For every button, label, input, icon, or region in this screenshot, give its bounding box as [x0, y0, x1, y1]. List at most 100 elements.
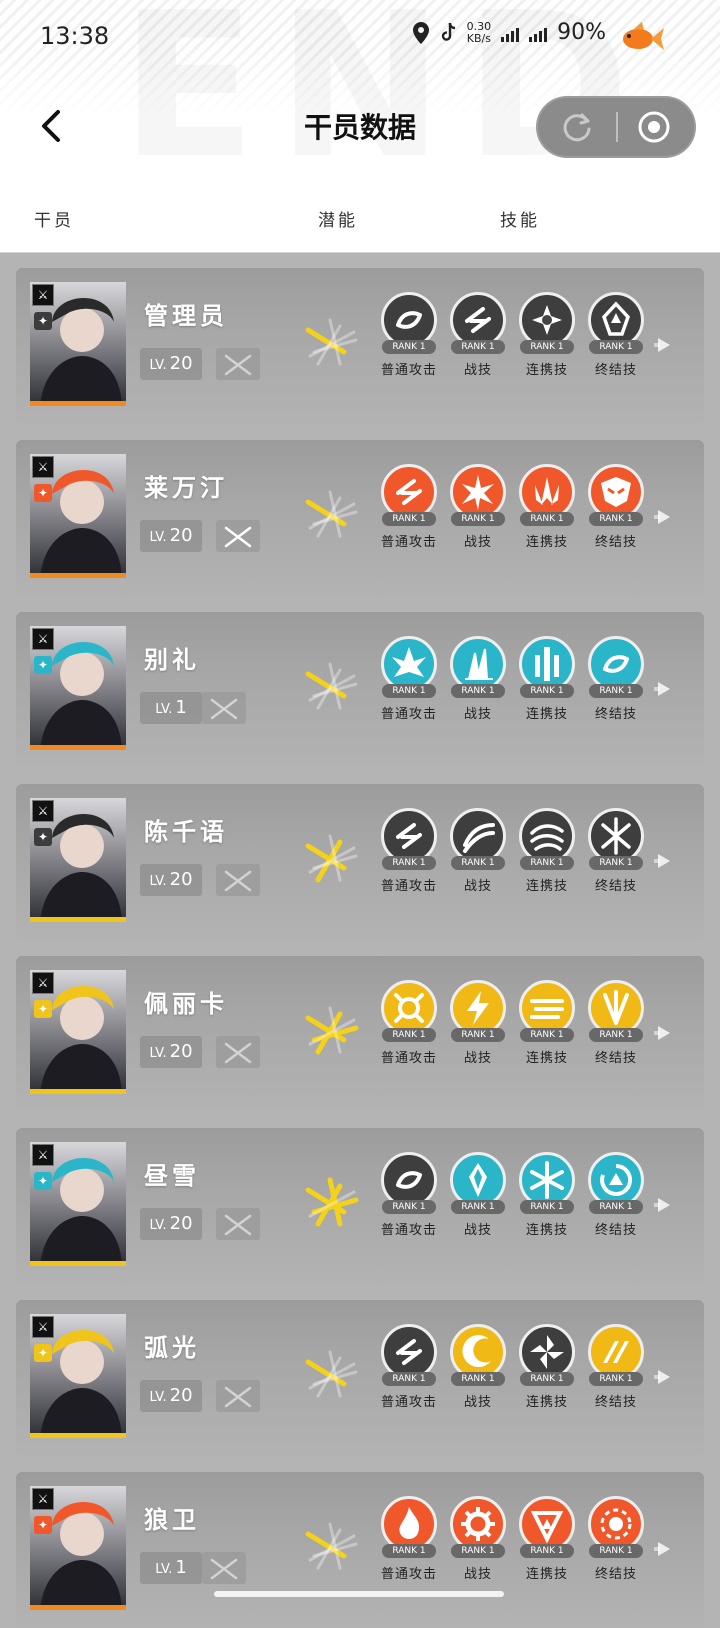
slash-icon — [396, 479, 422, 505]
weapon-slot[interactable] — [202, 692, 246, 724]
skill-rank: RANK 1 — [589, 856, 643, 870]
operator-card[interactable]: ⚔ ✦ 弧光 LV. 20 RANK 1 普通攻击 RANK 1 战技 RANK… — [16, 1300, 704, 1456]
net-speed: 0.30 KB/s — [467, 20, 492, 45]
skill-slot[interactable]: RANK 1 普通攻击 — [376, 636, 442, 722]
skill-rank: RANK 1 — [382, 512, 436, 526]
operator-level: LV. 20 — [140, 1208, 202, 1240]
skill-slot[interactable]: RANK 1 连携技 — [514, 980, 580, 1066]
potential-star-icon[interactable] — [300, 1344, 364, 1408]
expand-arrow-icon[interactable] — [654, 334, 674, 356]
skill-label: 终结技 — [594, 707, 637, 722]
skill-slot[interactable]: RANK 1 连携技 — [514, 1324, 580, 1410]
skill-slot[interactable]: RANK 1 战技 — [445, 292, 511, 378]
skill-slot[interactable]: RANK 1 终结技 — [583, 636, 649, 722]
skill-label: 终结技 — [594, 1395, 637, 1410]
operator-card[interactable]: ⚔ ✦ 狼卫 LV. 1 RANK 1 普通攻击 RANK 1 战技 RANK … — [16, 1472, 704, 1628]
element-icon: ✦ — [34, 828, 52, 846]
rarity-bar — [30, 573, 126, 578]
column-skills: 技能 — [500, 211, 540, 231]
skill-slot[interactable]: RANK 1 普通攻击 — [376, 292, 442, 378]
skill-slot[interactable]: RANK 1 战技 — [445, 808, 511, 894]
skill-rank: RANK 1 — [520, 1544, 574, 1558]
goldfish-icon — [623, 22, 664, 50]
operator-card[interactable]: ⚔ ✦ 莱万汀 LV. 20 RANK 1 普通攻击 RANK 1 战技 RAN… — [16, 440, 704, 596]
rarity-bar — [30, 1605, 126, 1610]
expand-arrow-icon[interactable] — [654, 1538, 674, 1560]
skill-slot[interactable]: RANK 1 普通攻击 — [376, 980, 442, 1066]
potential-star-icon[interactable] — [300, 484, 364, 548]
class-icon: ⚔ — [32, 628, 54, 650]
operator-card[interactable]: ⚔ ✦ 别礼 LV. 1 RANK 1 普通攻击 RANK 1 战技 RANK … — [16, 612, 704, 768]
skill-rank: RANK 1 — [589, 1372, 643, 1386]
skill-slot[interactable]: RANK 1 战技 — [445, 1152, 511, 1238]
tiktok-icon — [441, 22, 455, 41]
class-icon: ⚔ — [32, 456, 54, 478]
skill-slot[interactable]: RANK 1 连携技 — [514, 1152, 580, 1238]
element-icon: ✦ — [34, 1344, 52, 1362]
skill-slot[interactable]: RANK 1 普通攻击 — [376, 1324, 442, 1410]
potential-star-icon[interactable] — [300, 828, 364, 892]
refresh-icon[interactable] — [560, 110, 594, 144]
weapon-slot[interactable] — [202, 1552, 246, 1584]
skill-slot[interactable]: RANK 1 终结技 — [583, 980, 649, 1066]
skill-label: 连携技 — [525, 707, 568, 722]
skill-slot[interactable]: RANK 1 普通攻击 — [376, 808, 442, 894]
weapon-slot[interactable] — [216, 864, 260, 896]
skill-slot[interactable]: RANK 1 终结技 — [583, 1152, 649, 1238]
potential-star-icon[interactable] — [300, 312, 364, 376]
weapon-slot[interactable] — [216, 520, 260, 552]
skill-rank: RANK 1 — [520, 512, 574, 526]
operator-card[interactable]: ⚔ ✦ 昼雪 LV. 20 RANK 1 普通攻击 RANK 1 战技 RANK… — [16, 1128, 704, 1284]
skill-slot[interactable]: RANK 1 战技 — [445, 980, 511, 1066]
skill-slot[interactable]: RANK 1 连携技 — [514, 292, 580, 378]
potential-star-icon[interactable] — [300, 1172, 364, 1236]
skill-slot[interactable]: RANK 1 战技 — [445, 1496, 511, 1582]
skill-rank: RANK 1 — [520, 1200, 574, 1214]
operator-card[interactable]: ⚔ ✦ 管理员 LV. 20 RANK 1 普通攻击 RANK 1 战技 RAN… — [16, 268, 704, 424]
skill-slot[interactable]: RANK 1 终结技 — [583, 1496, 649, 1582]
skill-slot[interactable]: RANK 1 普通攻击 — [376, 464, 442, 550]
skill-slot[interactable]: RANK 1 终结技 — [583, 1324, 649, 1410]
close-target-icon[interactable] — [636, 109, 672, 145]
skill-slot[interactable]: RANK 1 终结技 — [583, 292, 649, 378]
skill-slot[interactable]: RANK 1 连携技 — [514, 636, 580, 722]
home-indicator[interactable] — [214, 1591, 504, 1597]
expand-arrow-icon[interactable] — [654, 850, 674, 872]
expand-arrow-icon[interactable] — [654, 1366, 674, 1388]
skill-slot[interactable]: RANK 1 战技 — [445, 636, 511, 722]
skill-slot[interactable]: RANK 1 普通攻击 — [376, 1152, 442, 1238]
bolt-icon — [467, 991, 489, 1025]
operator-card[interactable]: ⚔ ✦ 佩丽卡 LV. 20 RANK 1 普通攻击 RANK 1 战技 RAN… — [16, 956, 704, 1112]
expand-arrow-icon[interactable] — [654, 678, 674, 700]
location-icon — [412, 21, 429, 44]
operator-card[interactable]: ⚔ ✦ 陈千语 LV. 20 RANK 1 普通攻击 RANK 1 战技 RAN… — [16, 784, 704, 940]
potential-star-icon[interactable] — [300, 1516, 364, 1580]
weapon-slot[interactable] — [216, 348, 260, 380]
weapon-slot[interactable] — [216, 1208, 260, 1240]
skill-slot[interactable]: RANK 1 连携技 — [514, 808, 580, 894]
potential-star-icon[interactable] — [300, 656, 364, 720]
snowflake-icon — [530, 1161, 564, 1199]
weapon-slot[interactable] — [216, 1036, 260, 1068]
element-icon: ✦ — [34, 1172, 52, 1190]
skill-rank: RANK 1 — [451, 1028, 505, 1042]
expand-arrow-icon[interactable] — [654, 1194, 674, 1216]
skill-label: 终结技 — [594, 1567, 637, 1582]
level-value: 20 — [169, 869, 193, 890]
expand-arrow-icon[interactable] — [654, 1022, 674, 1044]
skill-slot[interactable]: RANK 1 终结技 — [583, 464, 649, 550]
expand-arrow-icon[interactable] — [654, 506, 674, 528]
skill-slot[interactable]: RANK 1 普通攻击 — [376, 1496, 442, 1582]
skill-slot[interactable]: RANK 1 连携技 — [514, 464, 580, 550]
weapon-slot[interactable] — [216, 1380, 260, 1412]
skill-slot[interactable]: RANK 1 连携技 — [514, 1496, 580, 1582]
level-prefix: LV. — [149, 530, 167, 545]
skill-slot[interactable]: RANK 1 战技 — [445, 464, 511, 550]
operator-name: 别礼 — [144, 646, 200, 674]
skill-label: 普通攻击 — [380, 535, 437, 550]
potential-star-icon[interactable] — [300, 1000, 364, 1064]
star-burst-icon — [462, 475, 494, 510]
skill-slot[interactable]: RANK 1 终结技 — [583, 808, 649, 894]
operator-level: LV. 20 — [140, 520, 202, 552]
skill-slot[interactable]: RANK 1 战技 — [445, 1324, 511, 1410]
